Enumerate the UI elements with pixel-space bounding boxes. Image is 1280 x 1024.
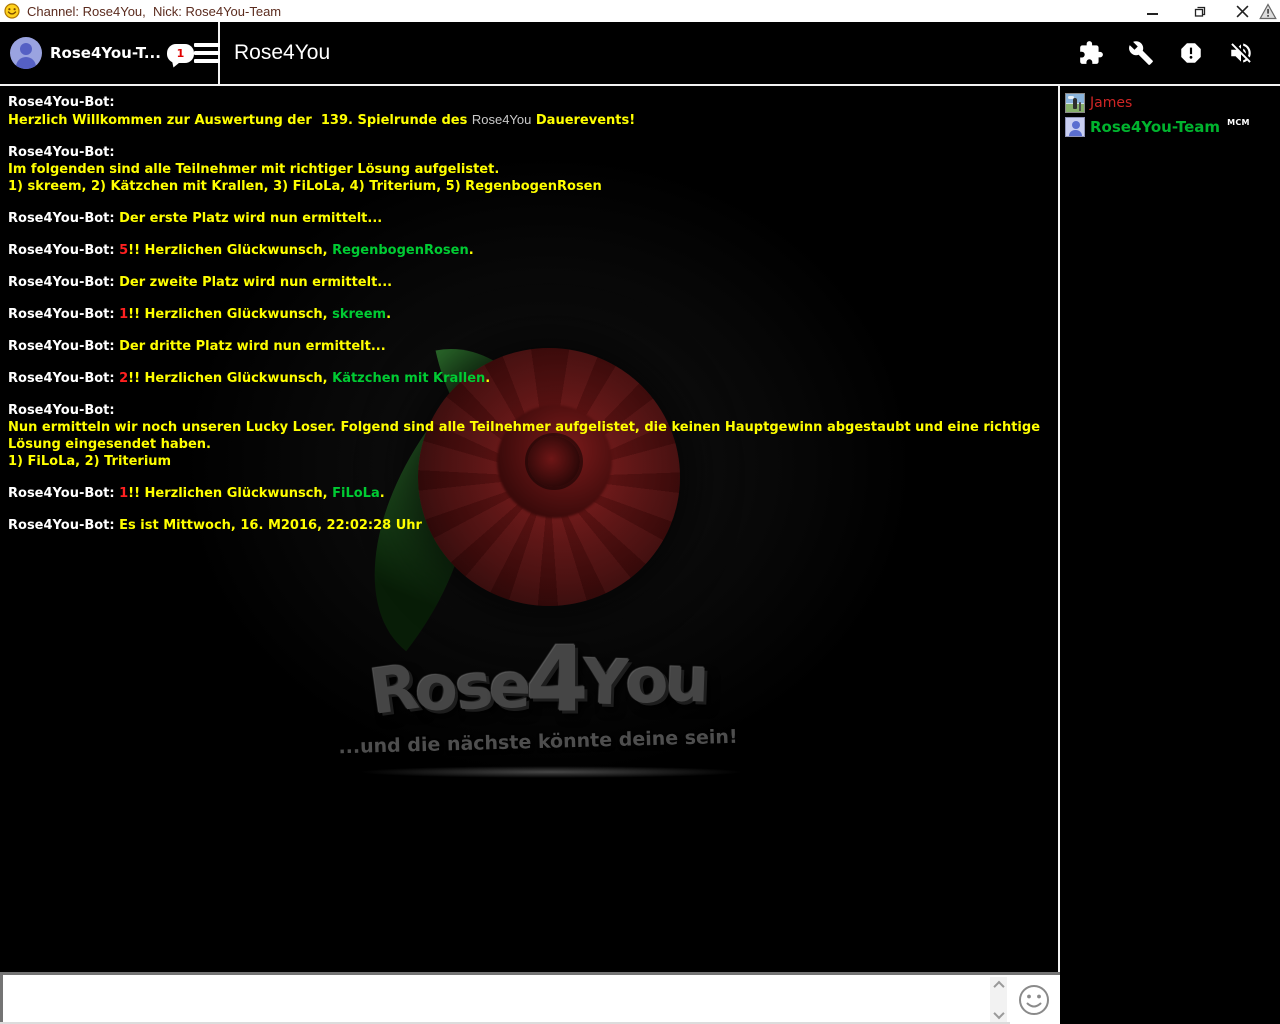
app-smiley-icon xyxy=(4,3,20,19)
app-header: Rose4You-T... 1 Rose4You xyxy=(0,22,1280,86)
message-text: RegenbogenRosen xyxy=(332,243,469,258)
emoji-button[interactable] xyxy=(1013,979,1055,1021)
header-toolbar xyxy=(1078,40,1254,66)
scroll-up-button[interactable] xyxy=(990,977,1007,992)
user-list: James Rose4You-Team MCM xyxy=(1060,86,1280,972)
menu-icon[interactable] xyxy=(193,39,220,67)
notification-bubble-icon[interactable]: 1 xyxy=(166,43,194,63)
message-text: Der zweite Platz wird nun ermittelt... xyxy=(119,275,393,290)
bot-name: Rose4You-Bot: xyxy=(8,403,115,418)
bot-name: Rose4You-Bot: xyxy=(8,486,120,501)
chat-message: Rose4You-Bot: Der dritte Platz wird nun … xyxy=(8,338,1050,355)
chat-message: Rose4You-Bot: 2!! Herzlichen Glückwunsch… xyxy=(8,370,1050,387)
person-avatar xyxy=(1065,117,1085,137)
message-text: . xyxy=(386,307,392,322)
chat-message: Rose4You-Bot: 1!! Herzlichen Glückwunsch… xyxy=(8,306,1050,323)
smiley-icon xyxy=(1019,985,1049,1015)
user-list-item[interactable]: James xyxy=(1060,91,1280,115)
message-text: Herzlich Willkommen zur Auswertung der 1… xyxy=(8,113,472,128)
message-text: Nun ermitteln wir noch unseren Lucky Los… xyxy=(8,420,1045,452)
input-row xyxy=(0,972,1060,1024)
chevron-up-icon xyxy=(992,980,1005,992)
message-text: Der erste Platz wird nun ermittelt... xyxy=(119,211,383,226)
bot-name: Rose4You-Bot: xyxy=(8,339,120,354)
minimize-button[interactable] xyxy=(1137,0,1167,22)
chat-message: Rose4You-Bot: Der erste Platz wird nun e… xyxy=(8,210,1050,227)
chat-message: Rose4You-Bot: Im folgenden sind alle Teil… xyxy=(8,144,1050,195)
bot-name: Rose4You-Bot: xyxy=(8,307,120,322)
bot-name: Rose4You-Bot: xyxy=(8,95,115,110)
bot-name: Rose4You-Bot: xyxy=(8,518,120,533)
bot-name: Rose4You-Bot: xyxy=(8,211,120,226)
channel-title: Rose4You xyxy=(234,41,331,64)
chat-message: Rose4You-Bot: Es ist Mittwoch, 16. M2016… xyxy=(8,517,1050,534)
minimize-icon xyxy=(1146,13,1158,15)
message-text: !! Herzlichen Glückwunsch, xyxy=(128,307,333,322)
message-text: skreem xyxy=(332,307,387,322)
message-text: 5 xyxy=(119,243,129,258)
sound-muted-icon[interactable] xyxy=(1228,40,1254,66)
chat-message: Rose4You-Bot: Nun ermitteln wir noch unse… xyxy=(8,402,1050,470)
input-scrollbar[interactable] xyxy=(990,977,1007,1022)
chat-message: Rose4You-Bot: Herzlich Willkommen zur Aus… xyxy=(8,94,1050,129)
chat-message: Rose4You-Bot: Der zweite Platz wird nun … xyxy=(8,274,1050,291)
chat-input[interactable] xyxy=(3,976,987,1020)
window-titlebar: Channel: Rose4You, Nick: Rose4You-Team xyxy=(0,0,1280,22)
message-text: 2 xyxy=(119,371,129,386)
message-text: Der dritte Platz wird nun ermittelt... xyxy=(119,339,386,354)
message-text: Im folgenden sind alle Teilnehmer mit ri… xyxy=(8,162,500,177)
message-text: FiLoLa xyxy=(332,486,380,501)
message-text: 1 xyxy=(119,307,129,322)
user-name: Rose4You-Team xyxy=(1090,118,1221,136)
chat-message: Rose4You-Bot: 1!! Herzlichen Glückwunsch… xyxy=(8,485,1050,502)
message-text: 1 xyxy=(119,486,129,501)
wrench-icon[interactable] xyxy=(1128,40,1154,66)
window-title: Channel: Rose4You, Nick: Rose4You-Team xyxy=(27,3,282,19)
bot-name: Rose4You-Bot: xyxy=(8,371,120,386)
message-text: 1) skreem, 2) Kätzchen mit Krallen, 3) F… xyxy=(8,179,602,194)
watermark-logo: Rose4You xyxy=(365,628,708,733)
restore-button[interactable] xyxy=(1185,0,1215,22)
message-text: Dauerevents! xyxy=(531,113,636,128)
message-text: !! Herzlichen Glückwunsch, xyxy=(128,243,333,258)
bot-name: Rose4You-Bot: xyxy=(8,275,120,290)
chat-area: Rose4You ...und die nächste könnte deine… xyxy=(0,86,1060,972)
message-text: . xyxy=(379,486,385,501)
avatar[interactable] xyxy=(10,37,42,69)
message-text: . xyxy=(485,371,491,386)
warning-icon xyxy=(1259,2,1277,19)
watermark-shadow xyxy=(358,766,744,778)
user-name: James xyxy=(1090,95,1133,111)
message-text: !! Herzlichen Glückwunsch, xyxy=(128,486,333,501)
message-text: Kätzchen mit Krallen xyxy=(332,371,486,386)
chat-messages: Rose4You-Bot: Herzlich Willkommen zur Aus… xyxy=(8,94,1050,549)
chevron-down-icon xyxy=(992,1007,1005,1019)
bot-name: Rose4You-Bot: xyxy=(8,145,115,160)
alert-icon[interactable] xyxy=(1178,40,1204,66)
restore-icon xyxy=(1194,6,1206,17)
own-nick: Rose4You-T... xyxy=(50,44,161,62)
message-text: 1) FiLoLa, 2) Triterium xyxy=(8,454,172,469)
plugin-icon[interactable] xyxy=(1078,40,1104,66)
user-list-item[interactable]: Rose4You-Team MCM xyxy=(1060,115,1280,139)
mcm-badge: MCM xyxy=(1227,117,1250,127)
message-text: !! Herzlichen Glückwunsch, xyxy=(128,371,333,386)
window-controls xyxy=(1137,0,1280,22)
own-profile[interactable]: Rose4You-T... 1 xyxy=(0,22,220,84)
message-text: . xyxy=(468,243,474,258)
message-text: Rose4You xyxy=(471,112,532,127)
close-icon xyxy=(1236,5,1248,17)
notification-count: 1 xyxy=(176,46,185,60)
scroll-down-button[interactable] xyxy=(990,1007,1007,1022)
close-button[interactable] xyxy=(1227,0,1257,22)
message-text: Es ist Mittwoch, 16. M2016, 22:02:28 Uhr xyxy=(119,518,422,533)
bot-name: Rose4You-Bot: xyxy=(8,243,120,258)
photo-avatar xyxy=(1065,93,1085,113)
chat-message: Rose4You-Bot: 5!! Herzlichen Glückwunsch… xyxy=(8,242,1050,259)
